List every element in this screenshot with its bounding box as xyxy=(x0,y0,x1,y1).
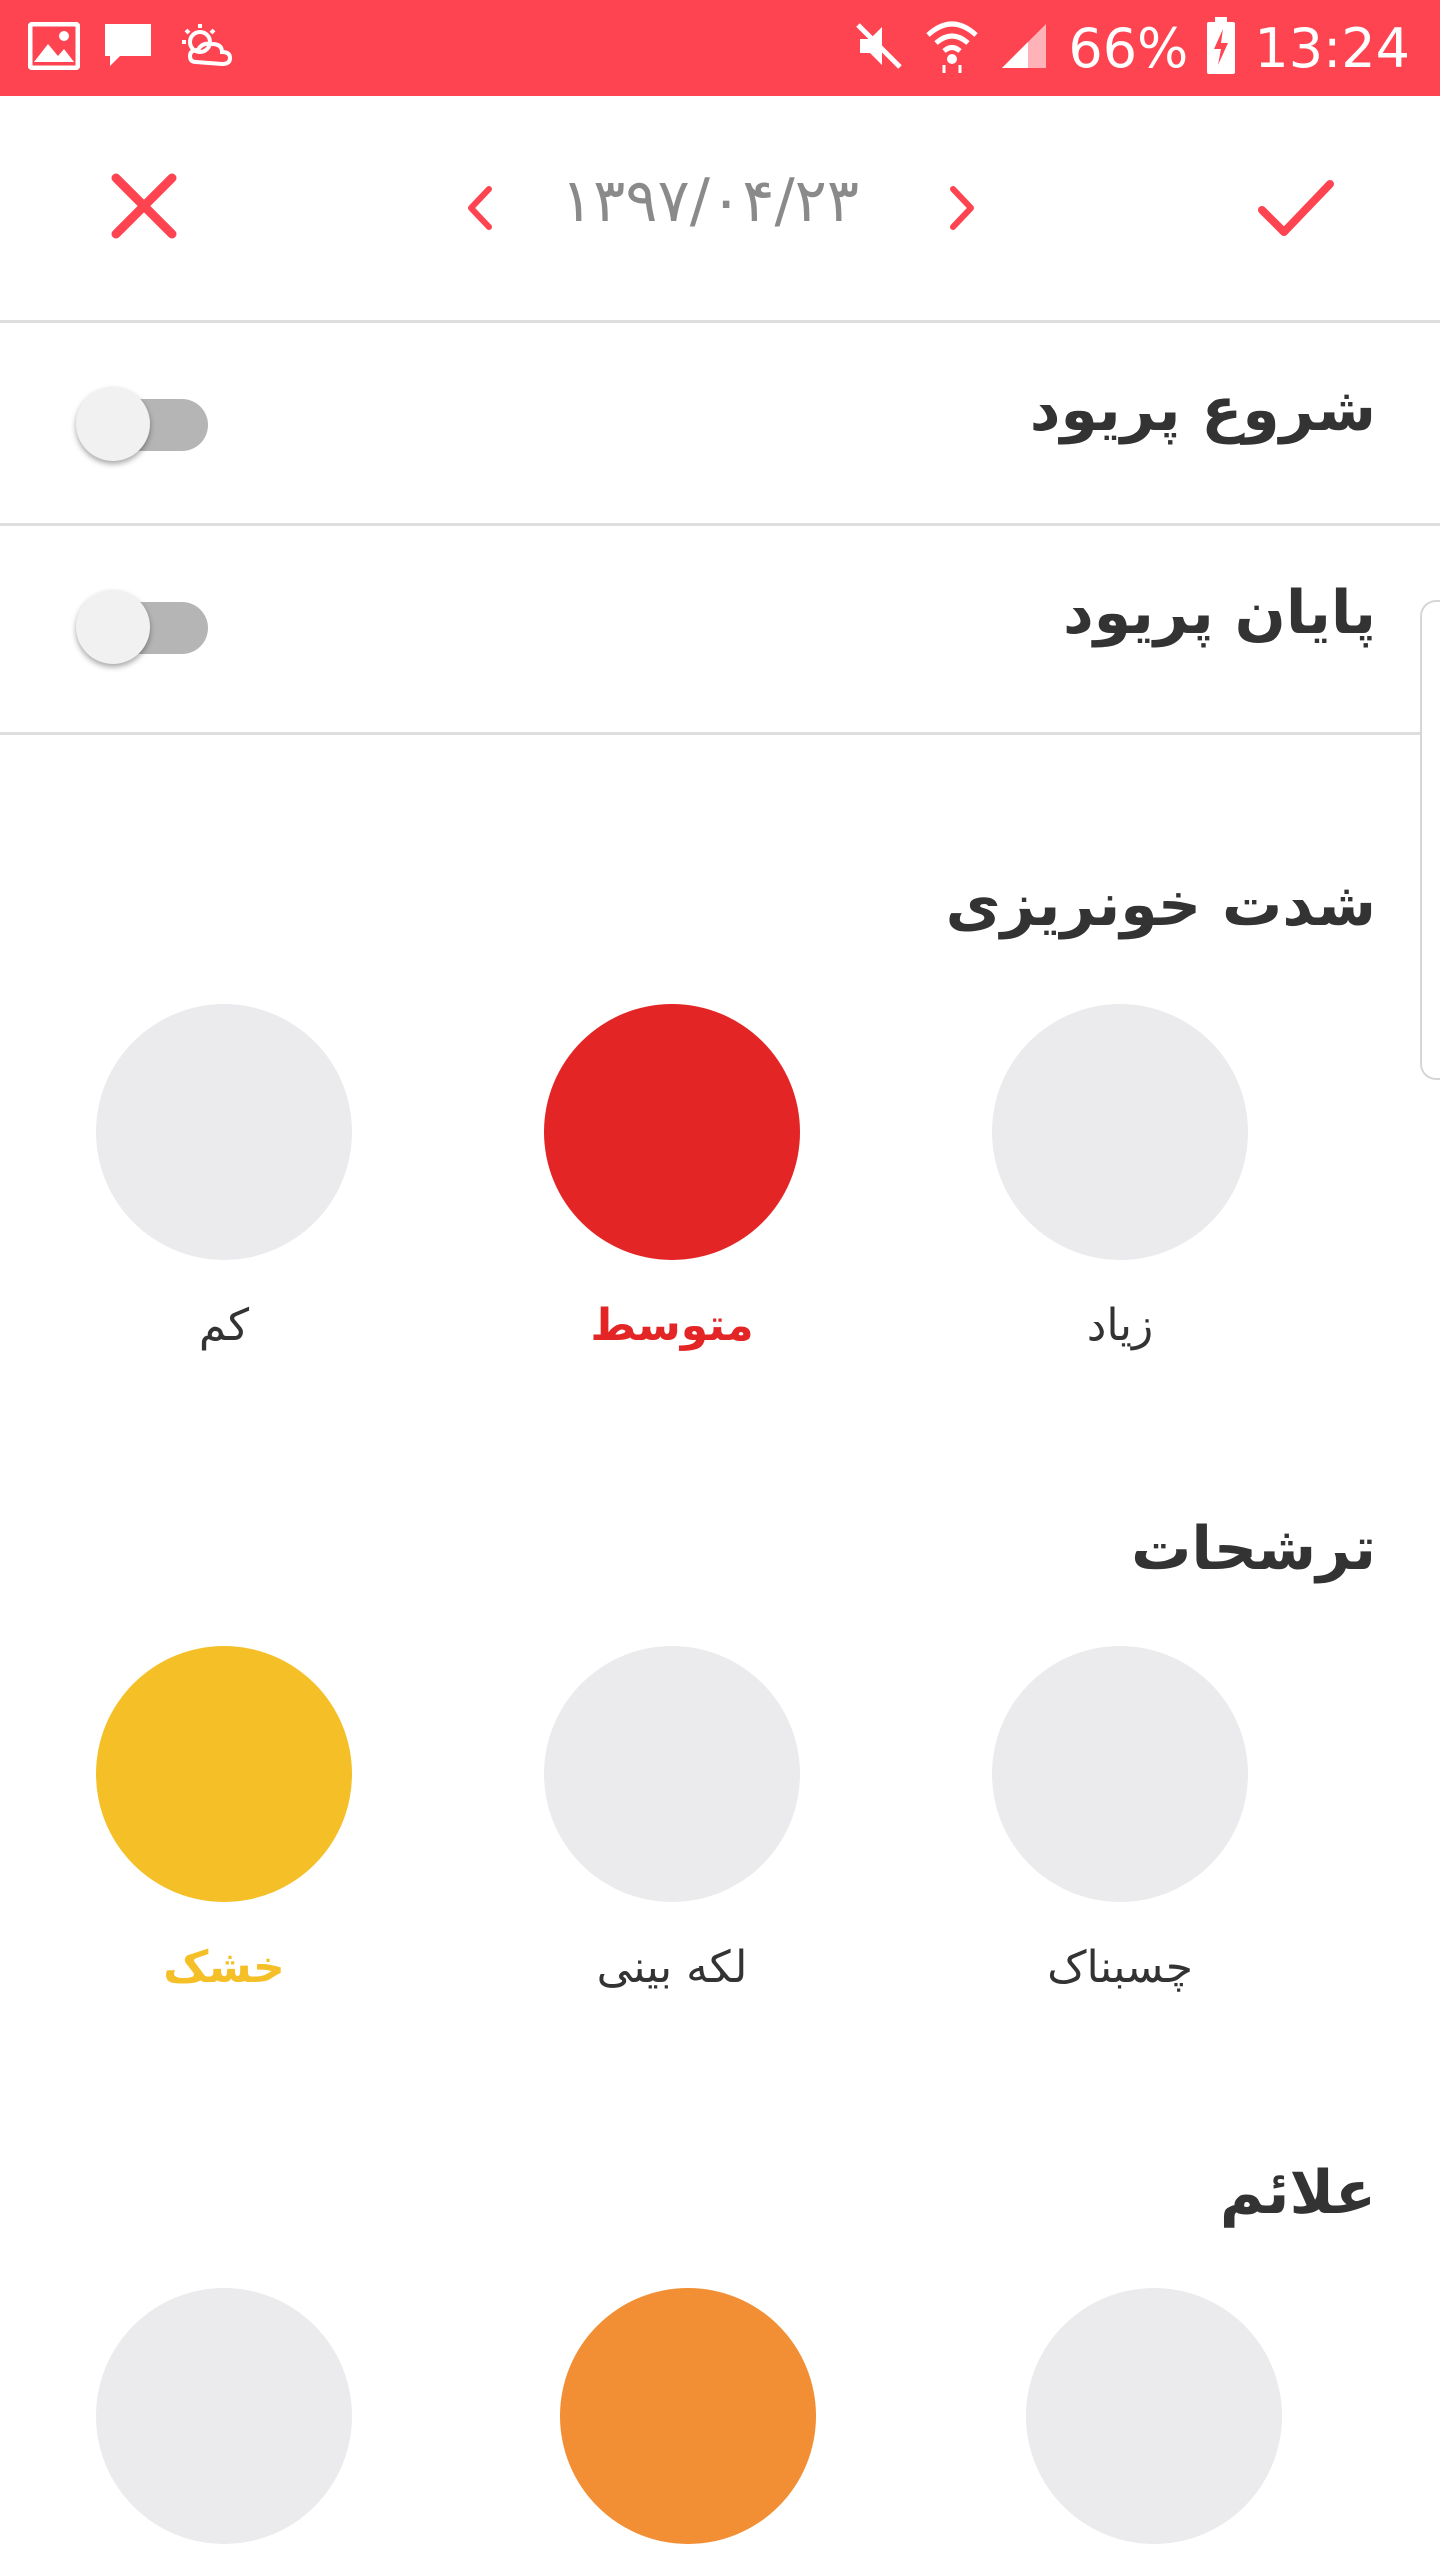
gallery-icon xyxy=(27,21,81,74)
discharge-title: ترشحات xyxy=(1131,1514,1376,1584)
next-date-button[interactable] xyxy=(934,178,990,238)
option-label: لکه بینی xyxy=(596,1942,748,1993)
confirm-button[interactable] xyxy=(1248,168,1344,248)
option-circle xyxy=(544,1646,800,1902)
date-display[interactable]: ۱۳۹۷/۰۴/۲۳ xyxy=(500,166,920,238)
period-end-toggle[interactable] xyxy=(76,590,208,664)
period-start-toggle[interactable] xyxy=(76,387,208,461)
option-label: خشک xyxy=(163,1942,285,1993)
battery-percent: 66% xyxy=(1068,16,1189,80)
close-icon xyxy=(111,173,177,239)
message-icon xyxy=(102,20,154,76)
option-medium[interactable]: متوسط xyxy=(544,1004,800,1351)
period-start-label: شروع پریود xyxy=(1029,375,1376,445)
period-end-label: پایان پریود xyxy=(1062,578,1376,648)
symptom-option[interactable] xyxy=(96,2288,352,2544)
battery-charging-icon xyxy=(1206,17,1236,79)
option-circle xyxy=(1026,2288,1282,2544)
chevron-right-icon xyxy=(950,186,974,230)
period-end-row: پایان پریود xyxy=(0,526,1440,726)
option-circle xyxy=(96,1004,352,1260)
divider xyxy=(0,732,1440,735)
option-label: چسبناک xyxy=(1047,1942,1193,1993)
symptom-option[interactable] xyxy=(1026,2288,1282,2544)
date-header: ۱۳۹۷/۰۴/۲۳ xyxy=(0,96,1440,320)
option-dry[interactable]: خشک xyxy=(96,1646,352,1993)
option-circle-selected xyxy=(544,1004,800,1260)
scroll-handle[interactable] xyxy=(1420,600,1440,1080)
option-circle xyxy=(96,2288,352,2544)
symptoms-title: علائم xyxy=(1219,2158,1376,2228)
option-label: کم xyxy=(198,1300,250,1351)
close-button[interactable] xyxy=(94,166,194,246)
option-circle xyxy=(992,1004,1248,1260)
toggle-thumb xyxy=(76,590,150,664)
check-icon xyxy=(1258,180,1334,236)
option-spotting[interactable]: لکه بینی xyxy=(544,1646,800,1993)
symptom-option[interactable] xyxy=(560,2288,816,2544)
toggle-thumb xyxy=(76,387,150,461)
status-bar: 66% 13:24 xyxy=(0,0,1440,96)
option-sticky[interactable]: چسبناک xyxy=(992,1646,1248,1993)
bleeding-intensity-title: شدت خونریزی xyxy=(945,870,1376,940)
option-label: متوسط xyxy=(590,1300,754,1351)
option-circle-selected xyxy=(560,2288,816,2544)
option-light[interactable]: کم xyxy=(96,1004,352,1351)
wifi-icon xyxy=(924,17,980,79)
option-circle-selected xyxy=(96,1646,352,1902)
clock: 13:24 xyxy=(1254,16,1410,80)
option-label: زیاد xyxy=(1086,1300,1154,1351)
option-circle xyxy=(992,1646,1248,1902)
weather-icon xyxy=(176,20,236,76)
period-start-row: شروع پریود xyxy=(0,323,1440,523)
signal-icon xyxy=(998,20,1050,76)
chevron-left-icon xyxy=(468,186,492,230)
mute-icon xyxy=(852,19,906,77)
option-heavy[interactable]: زیاد xyxy=(992,1004,1248,1351)
